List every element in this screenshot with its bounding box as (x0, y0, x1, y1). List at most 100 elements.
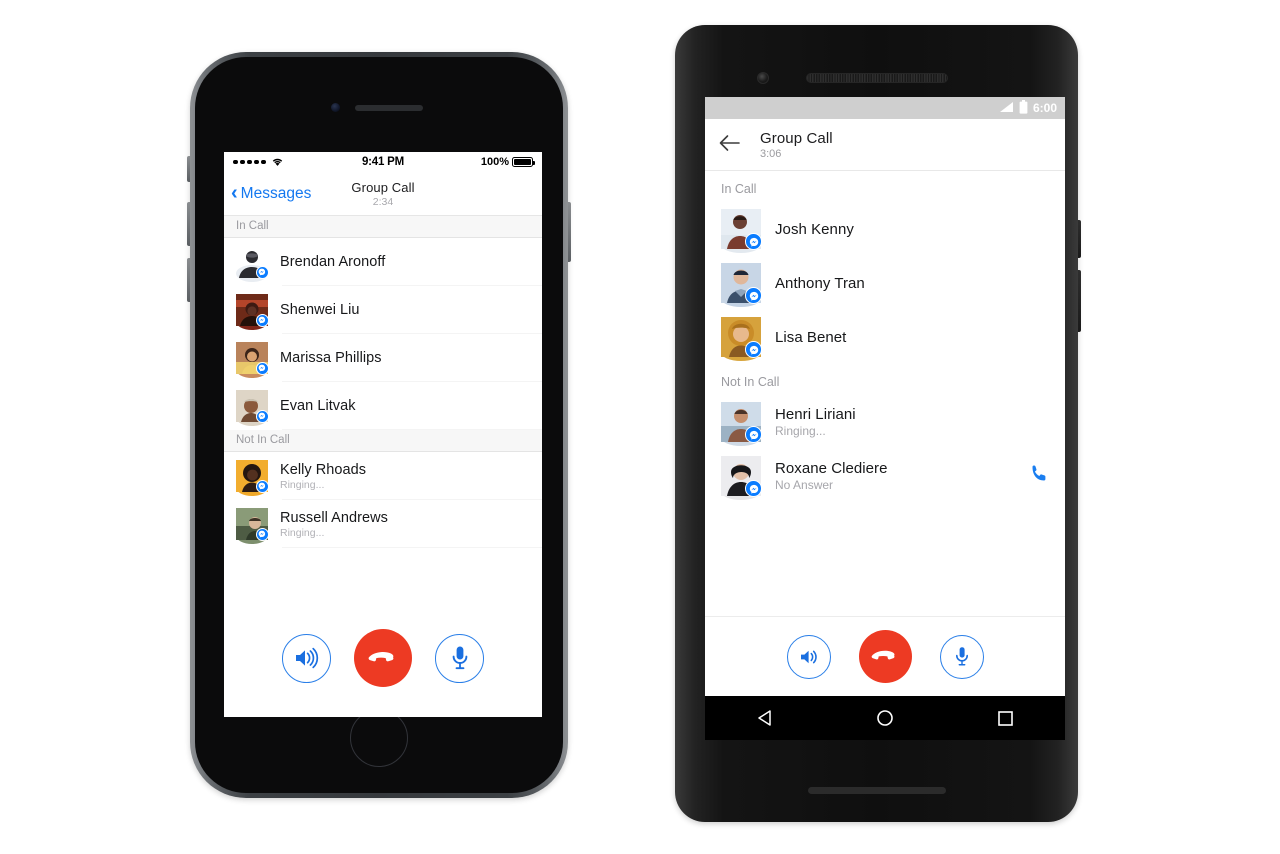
contact-name: Kelly Rhoads (280, 461, 367, 478)
microphone-icon (955, 647, 968, 666)
speaker-button[interactable] (282, 633, 331, 683)
speaker-loud-icon (800, 650, 817, 663)
square-recents-icon (997, 710, 1013, 726)
section-header-not-in-call: Not In Call (224, 430, 542, 452)
ios-nav-bar: ‹ Messages Group Call 2:34 (224, 172, 542, 216)
list-item-text: Brendan Aronoff (280, 254, 385, 270)
screenshot-stage: 9:41 PM 100% ‹ Messages Group Call 2:34 (0, 0, 1280, 854)
iphone-bezel: 9:41 PM 100% ‹ Messages Group Call 2:34 (195, 57, 563, 793)
page-title: Group Call (760, 129, 833, 147)
microphone-icon (452, 646, 467, 670)
phone-hangup-icon (368, 652, 394, 662)
earpiece-speaker (355, 105, 423, 111)
end-call-button[interactable] (354, 629, 412, 687)
end-call-button[interactable] (858, 630, 912, 683)
list-item-text: Roxane Clediere No Answer (775, 460, 887, 492)
android-title-group: Group Call 3:06 (760, 130, 833, 160)
messenger-badge-icon (745, 426, 762, 443)
avatar (721, 456, 762, 500)
contact-name: Anthony Tran (775, 274, 865, 292)
ios-call-controls (224, 599, 542, 717)
avatar (236, 342, 269, 378)
back-button-label: Messages (240, 184, 312, 202)
list-item[interactable]: Shenwei Liu (224, 286, 542, 334)
list-item-text: Josh Kenny (775, 221, 854, 238)
phone-call-icon[interactable] (1030, 464, 1049, 488)
android-power-button[interactable] (1078, 220, 1081, 258)
list-item[interactable]: Lisa Benet (705, 310, 1065, 364)
recents-nav-button[interactable] (975, 710, 1035, 727)
contact-name: Evan Litvak (280, 398, 356, 414)
android-device: 6:00 Group Call 3:06 In Call Josh Kenny … (675, 25, 1081, 822)
list-item[interactable]: Brendan Aronoff (224, 238, 542, 286)
ios-status-bar: 9:41 PM 100% (224, 152, 542, 172)
contact-status: Ringing... (280, 526, 325, 539)
phone-hangup-icon (871, 650, 895, 660)
contact-status: Ringing... (775, 424, 826, 438)
list-item[interactable]: Anthony Tran (705, 256, 1065, 310)
home-nav-button[interactable] (855, 709, 915, 727)
iphone-screen: 9:41 PM 100% ‹ Messages Group Call 2:34 (224, 152, 542, 717)
avatar (721, 209, 762, 253)
android-bottom-speaker (807, 787, 946, 794)
section-header-in-call: In Call (705, 171, 1065, 202)
messenger-badge-icon (255, 313, 269, 327)
iphone-mute-switch[interactable] (187, 156, 190, 182)
arrow-left-icon[interactable] (719, 134, 740, 156)
list-item-text: Anthony Tran (775, 275, 865, 292)
android-volume-button[interactable] (1078, 270, 1081, 332)
circle-home-icon (877, 710, 893, 726)
iphone-volume-down-button[interactable] (187, 258, 190, 302)
messenger-badge-icon (745, 341, 762, 358)
avatar (236, 460, 269, 496)
mute-button[interactable] (435, 633, 484, 683)
contact-name: Lisa Benet (775, 328, 847, 346)
android-app-bar: Group Call 3:06 (705, 119, 1065, 171)
contact-name: Josh Kenny (775, 220, 854, 238)
list-item[interactable]: Marissa Phillips (224, 334, 542, 382)
earpiece-speaker (805, 73, 948, 83)
android-screen: 6:00 Group Call 3:06 In Call Josh Kenny … (705, 97, 1065, 740)
avatar (721, 402, 762, 446)
battery-icon (1019, 99, 1028, 117)
messenger-badge-icon (255, 265, 269, 279)
list-item-text: Kelly Rhoads Ringing... (280, 462, 366, 491)
back-nav-button[interactable] (735, 709, 795, 727)
avatar (236, 246, 269, 282)
list-item[interactable]: Evan Litvak (224, 382, 542, 430)
contact-status: Ringing... (280, 478, 325, 491)
list-item[interactable]: Josh Kenny (705, 202, 1065, 256)
android-status-bar: 6:00 (705, 97, 1065, 119)
contact-name: Marissa Phillips (280, 350, 382, 366)
iphone-volume-up-button[interactable] (187, 202, 190, 246)
list-item[interactable]: Henri Liriani Ringing... (705, 395, 1065, 449)
iphone-power-button[interactable] (568, 202, 571, 262)
mute-button[interactable] (939, 634, 984, 679)
contact-name: Roxane Clediere (775, 460, 888, 477)
battery-full-icon (512, 157, 536, 167)
messenger-badge-icon (255, 527, 269, 541)
avatar (236, 294, 269, 330)
list-item-text: Evan Litvak (280, 398, 356, 414)
contact-name: Brendan Aronoff (280, 254, 386, 270)
list-item[interactable]: Russell Andrews Ringing... (224, 500, 542, 548)
messenger-badge-icon (255, 479, 269, 493)
section-header-not-in-call: Not In Call (705, 364, 1065, 395)
list-item-text: Henri Liriani Ringing... (775, 406, 856, 438)
contact-name: Henri Liriani (775, 406, 856, 423)
back-to-messages-button[interactable]: ‹ Messages (224, 183, 312, 203)
list-item[interactable]: Kelly Rhoads Ringing... (224, 452, 542, 500)
triangle-back-icon (758, 710, 771, 726)
list-item[interactable]: Roxane Clediere No Answer (705, 449, 1065, 503)
iphone-home-button[interactable] (350, 709, 408, 767)
avatar (721, 317, 762, 361)
messenger-badge-icon (255, 409, 269, 423)
section-header-in-call: In Call (224, 216, 542, 238)
messenger-badge-icon (255, 361, 269, 375)
speaker-button[interactable] (786, 634, 831, 679)
avatar (236, 508, 269, 544)
call-duration: 3:06 (760, 147, 782, 160)
contact-name: Russell Andrews (280, 509, 388, 526)
messenger-badge-icon (745, 233, 762, 250)
avatar (236, 390, 269, 426)
